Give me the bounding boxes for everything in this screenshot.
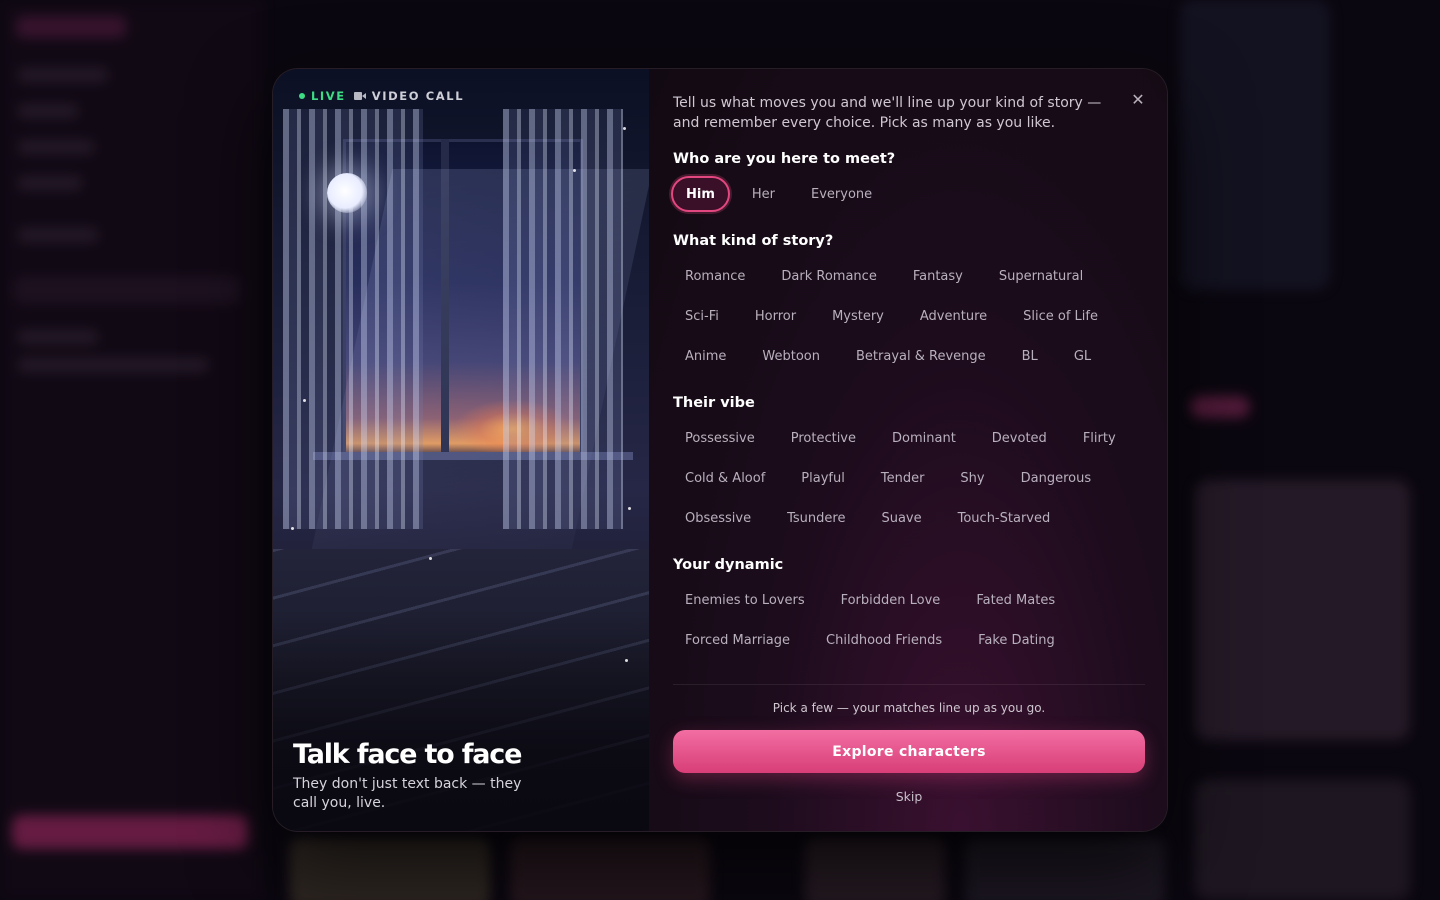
section-title-story: What kind of story? [673, 233, 834, 249]
chip-fake-dating[interactable]: Fake Dating [964, 624, 1069, 656]
intro-text: Tell us what moves you and we'll line up… [673, 95, 1102, 131]
chip-possessive[interactable]: Possessive [671, 422, 769, 454]
background-nav-item [18, 176, 82, 190]
chip-slice-of-life[interactable]: Slice of Life [1009, 300, 1112, 332]
video-call-label: VIDEO CALL [371, 89, 465, 103]
chip-shy[interactable]: Shy [946, 462, 998, 494]
footer-divider [673, 684, 1145, 685]
chip-playful[interactable]: Playful [787, 462, 859, 494]
chip-horror[interactable]: Horror [741, 300, 810, 332]
video-call-visual: LIVE VIDEO CALL Talk face to face They d… [273, 69, 649, 831]
chip-anime[interactable]: Anime [671, 340, 740, 372]
chip-group-meet: Him Her Everyone [671, 176, 886, 212]
chip-cold-aloof[interactable]: Cold & Aloof [671, 462, 779, 494]
chip-dominant[interactable]: Dominant [878, 422, 970, 454]
onboarding-modal: LIVE VIDEO CALL Talk face to face They d… [272, 68, 1168, 832]
chip-suave[interactable]: Suave [867, 502, 935, 534]
chip-dangerous[interactable]: Dangerous [1007, 462, 1106, 494]
background-nav-item [18, 68, 108, 82]
background-nav-item [18, 104, 78, 118]
background-nav-item [18, 228, 98, 242]
chip-row-story-3: Anime Webtoon Betrayal & Revenge BL GL [671, 340, 1105, 372]
chip-her[interactable]: Her [738, 178, 789, 210]
curtain-right [503, 109, 623, 529]
background-card [805, 838, 945, 900]
chip-fantasy[interactable]: Fantasy [899, 260, 977, 292]
star [429, 557, 432, 560]
chip-row-vibe-3: Obsessive Tsundere Suave Touch-Starved [671, 502, 1064, 534]
background-logo [16, 16, 126, 38]
chip-webtoon[interactable]: Webtoon [748, 340, 834, 372]
chip-protective[interactable]: Protective [777, 422, 870, 454]
moon-icon [327, 173, 367, 213]
chip-tender[interactable]: Tender [867, 462, 939, 494]
chip-romance[interactable]: Romance [671, 260, 759, 292]
chip-row-dynamic-2: Forced Marriage Childhood Friends Fake D… [671, 624, 1069, 656]
live-dot-icon [299, 93, 305, 99]
curtain-left [283, 109, 423, 529]
background-card [965, 838, 1165, 900]
live-label: LIVE [311, 89, 346, 103]
skip-link[interactable]: Skip [673, 789, 1145, 804]
star [303, 399, 306, 402]
chip-enemies-to-lovers[interactable]: Enemies to Lovers [671, 584, 819, 616]
footer-hint: Pick a few — your matches line up as you… [772, 701, 1046, 715]
visual-subtitle: They don't just text back — they call yo… [293, 776, 522, 811]
chip-dark-romance[interactable]: Dark Romance [767, 260, 890, 292]
background-nav-item [18, 358, 208, 372]
chip-obsessive[interactable]: Obsessive [671, 502, 765, 534]
background-card [510, 838, 710, 900]
chip-row-vibe-1: Possessive Protective Dominant Devoted F… [671, 422, 1130, 454]
section-title-meet: Who are you here to meet? [673, 151, 896, 167]
chip-adventure[interactable]: Adventure [906, 300, 1001, 332]
chip-forced-marriage[interactable]: Forced Marriage [671, 624, 804, 656]
chip-row-vibe-2: Cold & Aloof Playful Tender Shy Dangerou… [671, 462, 1105, 494]
chip-gl[interactable]: GL [1060, 340, 1105, 372]
chip-row-story-2: Sci-Fi Horror Mystery Adventure Slice of… [671, 300, 1112, 332]
visual-title: Talk face to face [293, 739, 522, 770]
live-video-call-badge: LIVE VIDEO CALL [299, 89, 464, 103]
chip-devoted[interactable]: Devoted [978, 422, 1061, 454]
chip-touch-starved[interactable]: Touch-Starved [944, 502, 1065, 534]
chip-everyone[interactable]: Everyone [797, 178, 886, 210]
close-icon[interactable]: ✕ [1129, 91, 1147, 109]
chip-tsundere[interactable]: Tsundere [773, 502, 859, 534]
chip-flirty[interactable]: Flirty [1069, 422, 1130, 454]
background-chip [1190, 396, 1250, 418]
star [291, 527, 294, 530]
chip-mystery[interactable]: Mystery [818, 300, 898, 332]
background-nav-item [18, 330, 98, 344]
section-title-dynamic: Your dynamic [673, 557, 784, 573]
chip-supernatural[interactable]: Supernatural [985, 260, 1097, 292]
chip-betrayal-revenge[interactable]: Betrayal & Revenge [842, 340, 1000, 372]
chip-fated-mates[interactable]: Fated Mates [962, 584, 1069, 616]
star [573, 169, 576, 172]
background-card [1195, 480, 1410, 740]
chip-row-dynamic-1: Enemies to Lovers Forbidden Love Fated M… [671, 584, 1069, 616]
star [623, 127, 626, 130]
background-sidebar-button [12, 815, 248, 849]
video-camera-icon [353, 92, 366, 100]
section-title-vibe: Their vibe [673, 395, 755, 411]
chip-childhood-friends[interactable]: Childhood Friends [812, 624, 956, 656]
chip-him[interactable]: Him [671, 176, 730, 212]
background-card [1195, 780, 1410, 900]
background-sidebar [0, 0, 262, 900]
explore-characters-button[interactable]: Explore characters [673, 730, 1145, 773]
background-nav-active [14, 276, 240, 304]
chip-bl[interactable]: BL [1008, 340, 1052, 372]
chip-forbidden-love[interactable]: Forbidden Love [827, 584, 955, 616]
background-card [290, 838, 490, 900]
chip-row-story-1: Romance Dark Romance Fantasy Supernatura… [671, 260, 1097, 292]
star [625, 659, 628, 662]
star [628, 507, 631, 510]
background-nav-item [18, 140, 94, 154]
background-card [1180, 0, 1330, 290]
chip-sci-fi[interactable]: Sci-Fi [671, 300, 733, 332]
preferences-panel: ✕ Tell us what moves you and we'll line … [649, 69, 1167, 831]
